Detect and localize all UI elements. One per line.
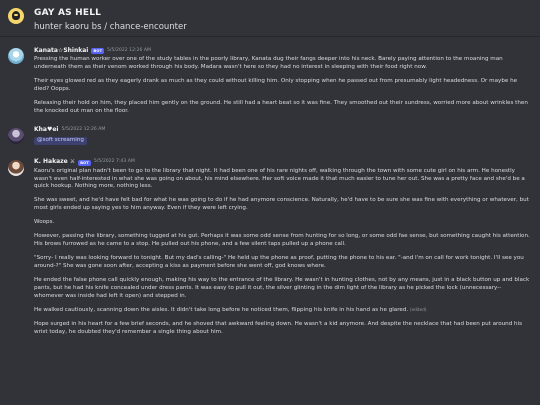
timestamp: 5/5/2022 12:26 AM xyxy=(107,47,151,53)
message-paragraph: Their eyes glowed red as they eagerly dr… xyxy=(34,77,518,92)
message-list: Kanata☆Shinkai BOT 5/5/2022 12:26 AM Pre… xyxy=(0,46,540,343)
bottom-fade xyxy=(0,397,540,405)
avatar[interactable] xyxy=(8,48,24,64)
message-paragraph: However, passing the library, something … xyxy=(34,233,530,248)
timestamp: 5/5/2022 7:43 AM xyxy=(93,159,135,165)
message-paragraph: He ended the false phone call quickly en… xyxy=(34,276,530,299)
message-paragraph: Kaoru's original plan hadn't been to go … xyxy=(34,167,525,190)
message-paragraph: Pressing the human worker over one of th… xyxy=(34,56,503,70)
bot-tag: BOT xyxy=(91,48,105,54)
avatar[interactable] xyxy=(8,159,24,176)
message-paragraph-text: He walked cautiously, scanning down the … xyxy=(34,306,409,313)
message: Kanata☆Shinkai BOT 5/5/2022 12:26 AM Pre… xyxy=(0,46,540,116)
message-header: Kanata☆Shinkai BOT 5/5/2022 12:26 AM xyxy=(34,46,530,56)
channel-topic: hunter kaoru bs / chance-encounter xyxy=(34,22,187,32)
timestamp: 5/5/2022 12:26 AM xyxy=(61,127,106,133)
guild-icon[interactable] xyxy=(8,8,24,24)
channel-header: GAY AS HELL hunter kaoru bs / chance-enc… xyxy=(0,0,540,37)
author-name[interactable]: K. Hakaze ⚔ xyxy=(34,158,75,167)
message-header: K. Hakaze ⚔ BOT 5/5/2022 7:43 AM xyxy=(34,158,530,168)
message-header: Kha♥ei 5/5/2022 12:26 AM xyxy=(34,126,530,136)
message-paragraph: He walked cautiously, scanning down the … xyxy=(34,307,530,315)
author-name[interactable]: Kha♥ei xyxy=(34,126,58,135)
message: K. Hakaze ⚔ BOT 5/5/2022 7:43 AM Kaoru's… xyxy=(0,158,540,337)
message-paragraph: Releasing their hold on him, they placed… xyxy=(34,99,528,114)
author-name[interactable]: Kanata☆Shinkai xyxy=(34,47,88,56)
message-paragraph: "Sorry- I really was looking forward to … xyxy=(34,255,524,269)
message-paragraph: Hope surged in his heart for a few brief… xyxy=(34,320,523,335)
message-paragraph: Woops. xyxy=(34,219,55,226)
message-paragraph: She was sweet, and he'd have felt bad fo… xyxy=(34,197,529,212)
edited-label: (edited) xyxy=(409,306,427,312)
mention-pill[interactable]: @soft screaming xyxy=(34,136,87,145)
avatar[interactable] xyxy=(8,127,24,144)
bot-tag: BOT xyxy=(78,159,91,166)
guild-name[interactable]: GAY AS HELL xyxy=(34,7,101,20)
message: Kha♥ei 5/5/2022 12:26 AM @soft screaming xyxy=(0,126,540,145)
